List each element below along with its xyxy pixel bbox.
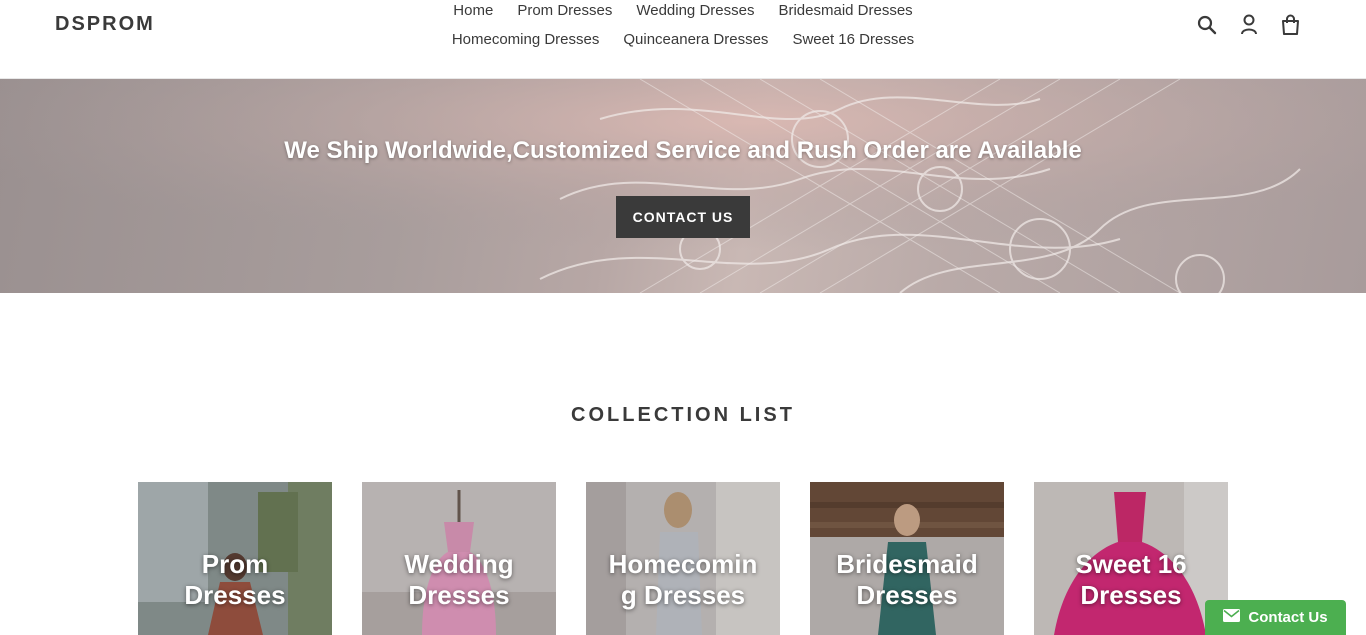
collection-card-title-line1: Prom: [201, 549, 269, 579]
floating-contact-us-button[interactable]: Contact Us: [1205, 600, 1346, 635]
hero-headline: We Ship Worldwide,Customized Service and…: [284, 137, 1082, 164]
collection-card-title: Wedding Dresses: [362, 549, 556, 611]
collection-card-homecoming-dresses[interactable]: Homecomin g Dresses: [586, 482, 780, 635]
account-icon[interactable]: [1237, 13, 1260, 36]
main-nav: Home Prom Dresses Wedding Dresses Brides…: [420, 0, 946, 49]
collection-card-wedding-dresses[interactable]: Wedding Dresses: [362, 482, 556, 635]
nav-row-2: Homecoming Dresses Quinceanera Dresses S…: [420, 30, 946, 49]
nav-link-quinceanera-dresses[interactable]: Quinceanera Dresses: [611, 30, 780, 49]
floating-contact-label: Contact Us: [1248, 609, 1328, 626]
cart-icon[interactable]: [1279, 13, 1302, 36]
collection-card-sweet-16-dresses[interactable]: Sweet 16 Dresses: [1034, 482, 1228, 635]
collection-card-prom-dresses[interactable]: Prom Dresses: [138, 482, 332, 635]
collection-card-title-line2: Dresses: [408, 580, 510, 610]
site-header: DSPROM Home Prom Dresses Wedding Dresses…: [0, 0, 1366, 79]
collection-card-title: Homecomin g Dresses: [586, 549, 780, 611]
nav-row-1: Home Prom Dresses Wedding Dresses Brides…: [420, 1, 946, 20]
nav-link-home[interactable]: Home: [441, 1, 505, 20]
hero-lace-background: [0, 79, 1366, 293]
hero-banner: We Ship Worldwide,Customized Service and…: [0, 79, 1366, 293]
collection-card-title-line1: Sweet 16: [1075, 549, 1187, 579]
nav-link-homecoming-dresses[interactable]: Homecoming Dresses: [440, 30, 612, 49]
collection-card-title: Prom Dresses: [138, 549, 332, 611]
collection-card-bridesmaid-dresses[interactable]: Bridesmaid Dresses: [810, 482, 1004, 635]
collection-grid: Prom Dresses Wedding Dresses Homecomin g…: [138, 482, 1228, 635]
nav-link-prom-dresses[interactable]: Prom Dresses: [505, 1, 624, 20]
collection-list-title: COLLECTION LIST: [571, 404, 795, 426]
collection-card-title-line2: Dresses: [1080, 580, 1182, 610]
collection-card-title-line1: Wedding: [404, 549, 514, 579]
nav-link-wedding-dresses[interactable]: Wedding Dresses: [624, 1, 766, 20]
nav-link-bridesmaid-dresses[interactable]: Bridesmaid Dresses: [766, 1, 924, 20]
envelope-icon: [1223, 609, 1241, 626]
site-logo[interactable]: DSPROM: [55, 13, 155, 36]
collection-card-title-line2: Dresses: [184, 580, 286, 610]
nav-link-sweet-16-dresses[interactable]: Sweet 16 Dresses: [780, 30, 926, 49]
collection-card-title-line2: g Dresses: [620, 580, 746, 610]
contact-us-button[interactable]: CONTACT US: [616, 196, 750, 238]
collection-card-title: Bridesmaid Dresses: [810, 549, 1004, 611]
collection-card-title-line1: Bridesmaid: [836, 549, 978, 579]
search-icon[interactable]: [1195, 13, 1218, 36]
collection-card-title-line2: Dresses: [856, 580, 958, 610]
header-icons: [1195, 13, 1302, 36]
collection-card-title-line1: Homecomin: [608, 549, 758, 579]
collection-card-title: Sweet 16 Dresses: [1034, 549, 1228, 611]
